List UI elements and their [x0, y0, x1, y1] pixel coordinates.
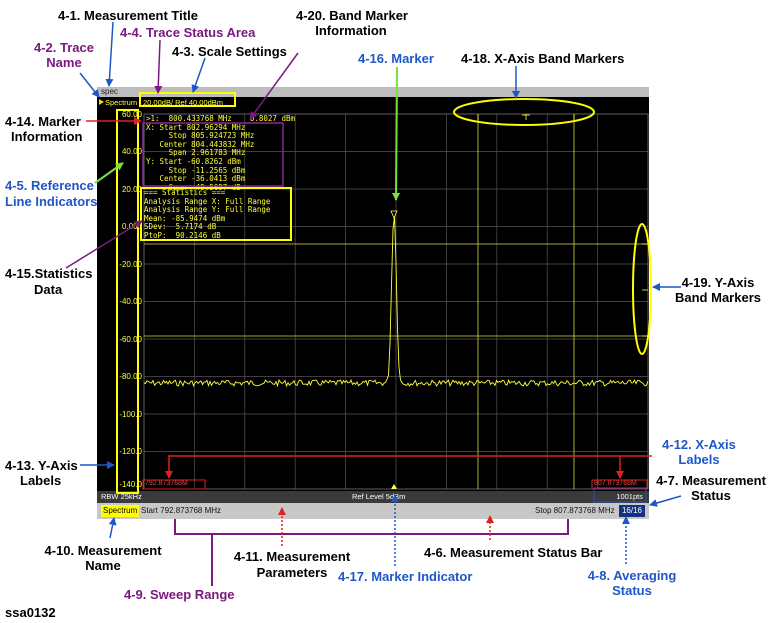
- callout-trace-name-line2: Name: [46, 55, 82, 70]
- callout-trace-name-line1: 4-2. Trace: [34, 40, 94, 55]
- callout-statistics-line2: Data: [34, 282, 63, 297]
- callout-marker-info-line1: 4-14. Marker: [5, 114, 81, 129]
- callout-sweep-range: 4-9. Sweep Range: [124, 587, 235, 602]
- y-labels-highlight: [116, 109, 139, 494]
- callout-x-axis-labels-line2: Labels: [678, 452, 720, 467]
- callout-marker-indicator: 4-17. Marker Indicator: [338, 569, 473, 584]
- callout-x-axis-labels-line1: 4-12. X-Axis: [662, 437, 736, 452]
- callout-statistics-line1: 4-15.Statistics: [5, 266, 93, 281]
- callout-band-marker-info-line2: Information: [315, 23, 387, 38]
- figure-id: ssa0132: [5, 605, 56, 620]
- callout-y-axis-labels-line2: Labels: [20, 473, 62, 488]
- callout-y-band-markers-line2: Band Markers: [675, 290, 761, 305]
- y-band-markers-highlight: [632, 223, 652, 355]
- meas-status-highlight: [593, 487, 647, 503]
- callout-measurement-params-line1: 4-11. Measurement: [233, 549, 351, 564]
- x-label-start-highlight: [142, 479, 206, 490]
- callout-trace-status-area: 4-4. Trace Status Area: [120, 25, 256, 40]
- callout-x-band-markers: 4-18. X-Axis Band Markers: [461, 51, 625, 66]
- callout-band-marker-info-line1: 4-20. Band Marker: [296, 8, 408, 23]
- callout-measurement-params-line2: Parameters: [256, 565, 328, 580]
- scale-settings-highlight: [139, 92, 236, 107]
- callout-scale-settings: 4-3. Scale Settings: [172, 44, 287, 59]
- callout-measurement-name-line2: Name: [85, 558, 121, 573]
- x-band-markers-highlight: [453, 98, 595, 126]
- callout-ref-line-line2: Line Indicators: [5, 194, 98, 209]
- annotation-overlay: [65, 21, 682, 586]
- statistics-highlight: [140, 187, 292, 241]
- callout-y-band-markers-line1: 4-19. Y-Axis: [681, 275, 755, 290]
- callout-ref-line-line1: 4-5. Reference: [5, 178, 94, 193]
- callout-measurement-title: 4-1. Measurement Title: [58, 8, 198, 23]
- callout-y-axis-labels-line1: 4-13. Y-Axis: [5, 458, 78, 473]
- callout-measurement-name-line1: 4-10. Measurement: [44, 543, 162, 558]
- marker-info-highlight: [142, 122, 284, 187]
- callout-averaging-line2: Status: [612, 583, 652, 598]
- callout-marker: 4-16. Marker: [358, 51, 434, 66]
- callout-measurement-status-line1: 4-7. Measurement: [656, 473, 766, 488]
- callout-measurement-status-line2: Status: [691, 488, 731, 503]
- callout-measurement-status-bar: 4-6. Measurement Status Bar: [424, 545, 603, 560]
- callout-averaging-line1: 4-8. Averaging: [587, 568, 677, 583]
- callout-marker-info-line2: Information: [11, 129, 83, 144]
